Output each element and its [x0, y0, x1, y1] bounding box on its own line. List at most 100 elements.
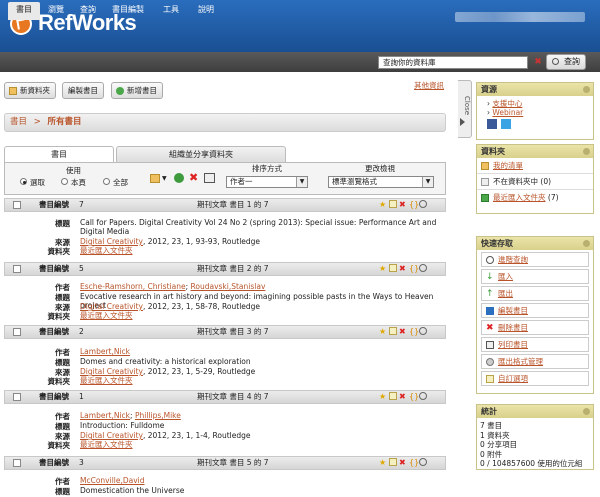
delete-icon[interactable]: ✖	[189, 171, 198, 184]
title-label: 標題	[55, 487, 70, 496]
delete-icon[interactable]: ✖	[399, 264, 407, 273]
star-icon[interactable]: ★	[379, 264, 387, 273]
reference-checkbox[interactable]	[13, 201, 21, 209]
star-icon[interactable]: ★	[379, 327, 387, 336]
quick-customize[interactable]: 自訂選項	[481, 371, 589, 386]
edit-icon[interactable]	[389, 200, 397, 208]
webinar-link[interactable]: › Webinar	[487, 108, 593, 117]
reference-authors: Esche-Ramshorn, Christiane; Roudavski,St…	[80, 282, 266, 291]
collapse-icon[interactable]	[583, 408, 590, 415]
delete-icon[interactable]: ✖	[399, 458, 407, 467]
search-input[interactable]: 查詢你的資料庫	[378, 56, 528, 69]
nav-search[interactable]: 查詢	[72, 0, 104, 20]
view-icon[interactable]	[419, 392, 427, 400]
quick-import[interactable]: ↓ 匯入	[481, 269, 589, 284]
new-folder-button[interactable]: 新資料夾	[4, 82, 56, 99]
reference-title: Domes and creativity: a historical explo…	[80, 357, 251, 366]
delete-icon[interactable]: ✖	[399, 392, 407, 401]
quick-output-style[interactable]: 匯出格式管理	[481, 354, 589, 369]
view-icon[interactable]	[419, 327, 427, 335]
nav-references[interactable]: 書目	[8, 2, 40, 20]
cite-icon[interactable]: {}	[409, 200, 419, 209]
reference-header: 書目編號 5 期刊文章 書目 2 的 7 ★ ✖{}	[4, 262, 446, 276]
folder-item-my-list[interactable]: 我的清單	[477, 158, 593, 174]
stat-attachments: 0 附件	[480, 449, 503, 459]
quick-create-bib[interactable]: 編製書目	[481, 303, 589, 318]
reference-checkbox[interactable]	[13, 328, 21, 336]
quick-delete[interactable]: ✖ 刪除書目	[481, 320, 589, 335]
facebook-icon[interactable]	[487, 119, 497, 129]
stats-panel: 統計 7 書目 1 資料夾 0 分享項目 0 附件 0 / 104857600 …	[476, 404, 594, 470]
reference-folder: 最近匯入文件夾	[80, 246, 133, 255]
sort-select[interactable]: 作者一 ▼	[226, 176, 308, 188]
view-select[interactable]: 標準瀏覽格式 ▼	[328, 176, 434, 188]
view-icon[interactable]	[419, 264, 427, 272]
radio-page[interactable]	[61, 178, 68, 185]
reference-title: Call for Papers. Digital Creativity Vol …	[80, 218, 437, 236]
edit-icon[interactable]	[389, 264, 397, 272]
other-info-link[interactable]: 其他資訊	[414, 80, 444, 91]
cite-icon[interactable]: {}	[409, 264, 419, 273]
add-icon	[116, 87, 124, 95]
reference-actions: ★ ✖{}	[379, 458, 429, 468]
edit-icon[interactable]	[389, 458, 397, 466]
resources-header[interactable]: 資源	[477, 83, 593, 96]
radio-selected[interactable]	[20, 178, 27, 185]
reference-header: 書目編號 7 期刊文章 書目 1 的 7 ★ ✖{}	[4, 198, 446, 212]
nav-bibliography[interactable]: 書目編製	[104, 0, 152, 20]
nav-browse[interactable]: 瀏覽	[40, 0, 72, 20]
edit-icon[interactable]	[389, 392, 397, 400]
new-reference-button[interactable]: 新增書目	[111, 82, 163, 99]
quick-export[interactable]: ↑ 匯出	[481, 286, 589, 301]
search-button[interactable]: 查詢	[546, 54, 586, 70]
folder-item-not-in-folder[interactable]: 不在資料夾中 (0)	[477, 174, 593, 190]
star-icon[interactable]: ★	[379, 392, 387, 401]
reference-checkbox[interactable]	[13, 459, 21, 467]
folders-header[interactable]: 資料夾	[477, 145, 593, 158]
star-icon[interactable]: ★	[379, 458, 387, 467]
reference-folder: 最近匯入文件夾	[80, 376, 133, 385]
arrow-right-icon[interactable]	[460, 118, 465, 126]
clear-search-icon[interactable]: ✖	[532, 56, 544, 69]
use-label: 使用	[66, 166, 81, 175]
gear-icon	[486, 358, 494, 366]
quick-access-header[interactable]: 快速存取	[477, 237, 593, 250]
folder-label: 資料夾	[47, 312, 71, 321]
quick-print[interactable]: 列印書目	[481, 337, 589, 352]
star-icon[interactable]: ★	[379, 200, 387, 209]
reference-actions: ★ ✖{}	[379, 264, 429, 274]
collapse-icon[interactable]	[583, 240, 590, 247]
print-icon[interactable]	[204, 173, 215, 183]
radio-all[interactable]	[103, 178, 110, 185]
chevron-down-icon: ▼	[422, 177, 433, 187]
collapse-icon[interactable]	[583, 148, 590, 155]
support-center-link[interactable]: › 支援中心	[487, 99, 593, 108]
add-to-folder-icon[interactable]	[150, 174, 160, 183]
delete-icon[interactable]: ✖	[399, 327, 407, 336]
create-bibliography-button[interactable]: 編製書目	[62, 82, 104, 99]
view-label: 更改檢視	[365, 164, 395, 173]
folder-item-recent-import[interactable]: 最近匯入文件夾 (7)	[477, 190, 593, 206]
stats-header[interactable]: 統計	[477, 405, 593, 418]
delete-icon[interactable]: ✖	[399, 200, 407, 209]
tab-organize-share[interactable]: 組織並分享資料夾	[116, 146, 286, 162]
nav-help[interactable]: 說明	[190, 0, 222, 20]
chevron-down-icon[interactable]: ▼	[162, 175, 167, 182]
reference-checkbox[interactable]	[13, 393, 21, 401]
twitter-icon[interactable]	[501, 119, 512, 129]
check-icon[interactable]	[174, 173, 184, 183]
cite-icon[interactable]: {}	[409, 327, 419, 336]
collapse-icon[interactable]	[583, 86, 590, 93]
edit-icon[interactable]	[389, 327, 397, 335]
cite-icon[interactable]: {}	[409, 458, 419, 467]
reference-title: Introduction: Fulldome	[80, 421, 165, 430]
tab-references[interactable]: 書目	[4, 146, 114, 162]
breadcrumb-root[interactable]: 書目	[10, 117, 27, 127]
view-icon[interactable]	[419, 458, 427, 466]
view-icon[interactable]	[419, 200, 427, 208]
quick-advanced-search[interactable]: 進階查詢	[481, 252, 589, 267]
nav-tools[interactable]: 工具	[155, 0, 187, 20]
title-label: 標題	[55, 219, 70, 228]
cite-icon[interactable]: {}	[409, 392, 419, 401]
reference-checkbox[interactable]	[13, 265, 21, 273]
